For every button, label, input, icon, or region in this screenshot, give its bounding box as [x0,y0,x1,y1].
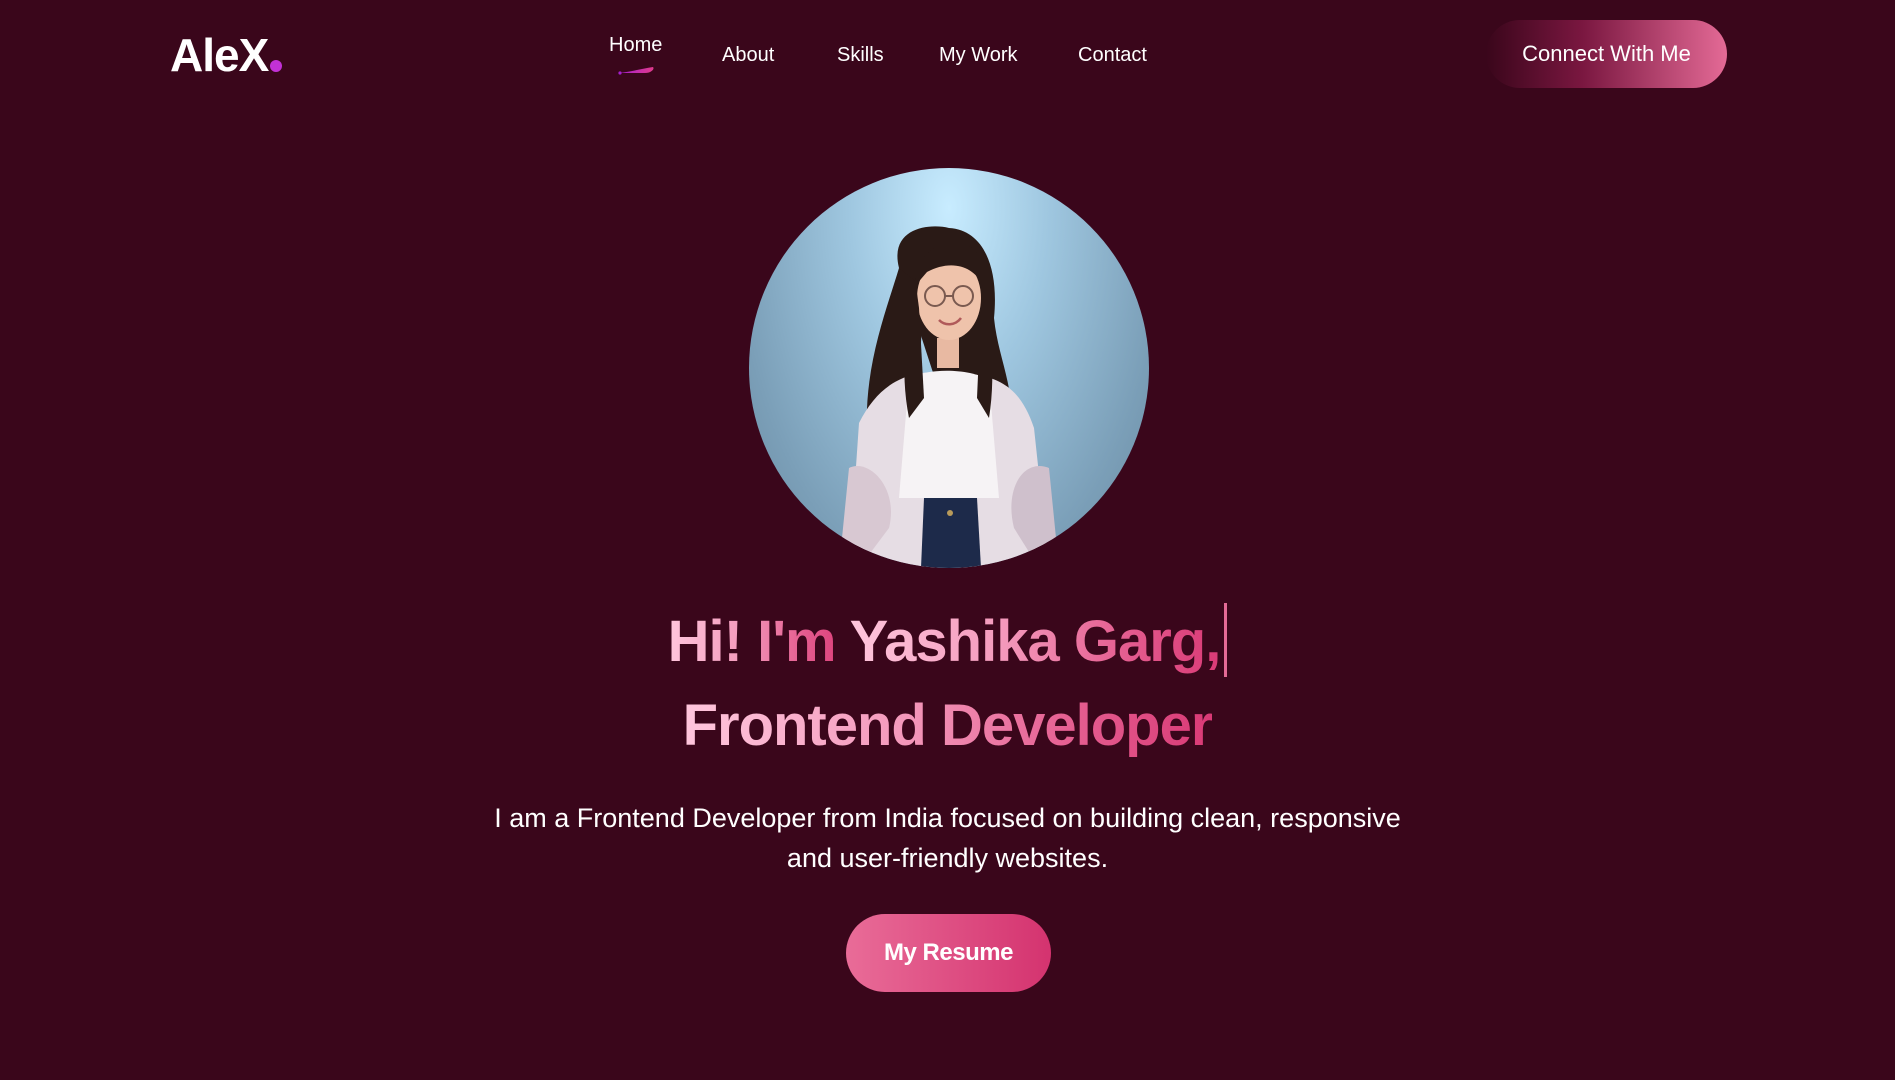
hero-role-text: Frontend Developer [682,693,1214,758]
nav-item-my-work-label: My Work [939,44,1018,66]
logo-dot-icon [270,60,283,72]
typing-caret [1224,602,1228,677]
hero-name: Yashika Garg, [849,609,1222,674]
nav-item-home[interactable]: Home [609,34,663,75]
my-resume-button[interactable]: My Resume [846,914,1051,992]
logo-text: AleX [170,29,269,81]
nav-item-contact[interactable]: Contact [1078,44,1147,67]
nav-item-skills-label: Skills [837,44,884,66]
connect-with-me-label: Connect With Me [1522,41,1691,66]
profile-photo [749,168,1149,568]
hero-description: I am a Frontend Developer from India foc… [494,803,1401,873]
nav-item-about[interactable]: About [722,44,774,67]
connect-with-me-button[interactable]: Connect With Me [1486,20,1727,88]
nav-item-contact-label: Contact [1078,44,1147,66]
nav-item-home-label: Home [609,34,663,56]
logo[interactable]: AleX [170,28,283,82]
hero-role: Frontend Developer [0,684,1895,768]
my-resume-label: My Resume [884,939,1013,966]
page: AleX Home About Skills My Work Contact C… [0,0,1895,1080]
nav-item-skills[interactable]: Skills [837,44,884,67]
hero-greeting-prefix: Hi! I'm [667,609,850,674]
nav-item-about-label: About [722,44,775,66]
profile-photo-icon [839,226,1059,568]
nav-item-my-work[interactable]: My Work [939,44,1018,67]
hero-greeting: Hi! I'm Yashika Garg, [0,600,1895,684]
active-underline-icon [618,67,654,75]
